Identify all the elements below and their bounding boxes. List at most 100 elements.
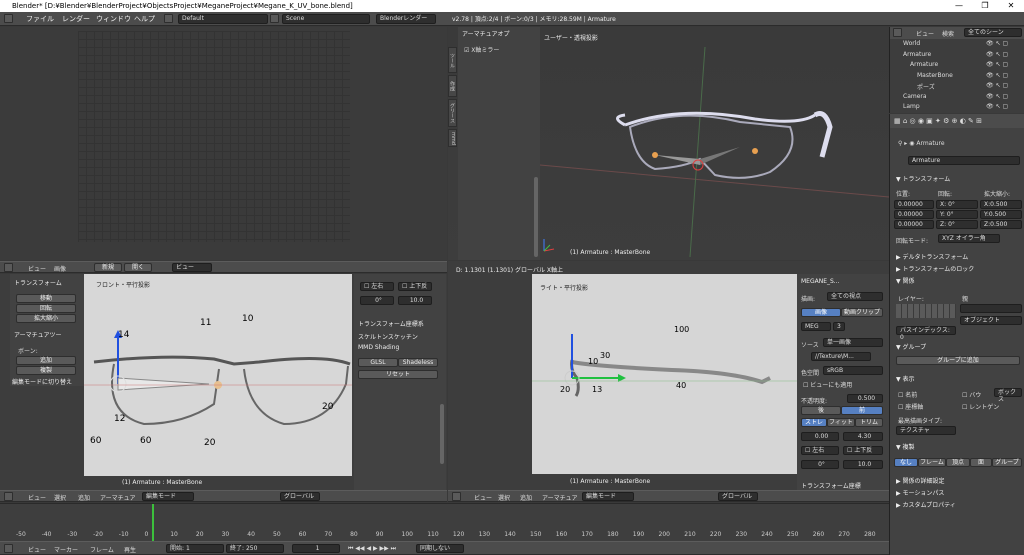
scale-y-field[interactable]: Y:0.500 — [980, 210, 1022, 219]
visibility-icon[interactable]: 👁 ↖ ▢ — [986, 103, 1008, 110]
loc-z-field[interactable]: 0.00000 — [894, 220, 934, 229]
editor-type-icon-4[interactable] — [452, 492, 461, 501]
use-view-checkbox[interactable]: ☐ ビューにも適用 — [803, 380, 852, 389]
relations-head[interactable]: ▼ 関係 — [896, 276, 915, 285]
delta-transform-head[interactable]: ▶ デルタトランスフォーム — [896, 252, 968, 261]
custom-props-head[interactable]: ▶ カスタムプロパティ — [896, 500, 956, 509]
skeleton-sketch-head[interactable]: スケルトンスケッチン — [358, 332, 418, 341]
opacity-field[interactable]: 0.500 — [847, 394, 883, 403]
timeline-menu-view[interactable]: ビュー — [28, 545, 46, 554]
outliner-row[interactable]: World 👁 ↖ ▢ — [890, 39, 1024, 49]
transform-panel-head[interactable]: トランスフォーム — [14, 278, 62, 287]
footer-view[interactable]: ビュー — [28, 493, 46, 502]
tab-grease[interactable]: グリース — [448, 99, 457, 127]
current-frame-field[interactable]: 1 — [292, 544, 340, 553]
viewport-front[interactable]: 14 11 10 12 60 60 20 20 トランスフォーム 移動 回転 拡… — [0, 274, 447, 490]
timeline-area[interactable] — [0, 503, 889, 542]
shelf-scrollbar[interactable] — [440, 404, 444, 464]
footer-view-2[interactable]: ビュー — [474, 493, 492, 502]
visibility-icon[interactable]: 👁 ↖ ▢ — [986, 40, 1008, 47]
image-editor-top[interactable] — [0, 27, 447, 260]
rot-z-field[interactable]: Z: 0° — [936, 220, 978, 229]
footer-add[interactable]: 追加 — [78, 493, 90, 502]
minimize-button[interactable]: — — [946, 0, 972, 12]
mmd-shading-head[interactable]: MMD Shading — [358, 344, 399, 351]
orientation-select[interactable]: グローバル — [280, 492, 320, 501]
visibility-icon[interactable]: 👁 ↖ ▢ — [986, 51, 1008, 58]
menu-file[interactable]: ファイル — [26, 14, 54, 24]
editor-type-icon-3[interactable] — [4, 492, 13, 501]
object-name-field[interactable]: Armature — [908, 156, 1020, 165]
scale-field[interactable]: 10.0 — [398, 296, 432, 305]
visibility-icon[interactable]: 👁 ↖ ▢ — [986, 93, 1008, 100]
rot-x-field[interactable]: X: 0° — [936, 200, 978, 209]
viewport-3d-perspective[interactable]: アーマチュアオプ ☑ X軸ミラー ツール 作成 グリース mmd ユーザー・透視… — [448, 27, 889, 260]
colorspace-select[interactable]: sRGB — [823, 366, 883, 375]
flip-y-checkbox[interactable]: ☐ 上下反 — [398, 282, 432, 291]
footer-armature[interactable]: アーマチュア — [100, 493, 136, 502]
side-flip-y-checkbox[interactable]: ☐ 上下反 — [843, 446, 883, 455]
xmirror-checkbox[interactable]: ☑ X軸ミラー — [464, 45, 499, 54]
front-button[interactable]: 前 — [841, 406, 883, 415]
tab-tool[interactable]: ツール — [448, 47, 457, 73]
menu-image[interactable]: 画像 — [54, 264, 66, 273]
side-flip-x-checkbox[interactable]: ☐ 左右 — [801, 446, 839, 455]
dupli-faces-button[interactable]: 面 — [970, 458, 992, 467]
mode-select[interactable]: 編集モード — [142, 492, 194, 501]
rotate-button[interactable]: 回転 — [16, 304, 76, 313]
outliner-row[interactable]: Armature 👁 ↖ ▢ — [890, 50, 1024, 60]
footer-add-2[interactable]: 追加 — [520, 493, 532, 502]
view-mode-select[interactable]: ビュー — [172, 263, 212, 272]
editor-type-icon-5[interactable] — [4, 544, 13, 553]
duplicate-bone-button[interactable]: 複製 — [16, 366, 76, 375]
editor-type-icon-2[interactable] — [4, 263, 13, 272]
menu-window[interactable]: ウィンドウ — [96, 14, 131, 24]
scale-button[interactable]: 拡大縮小 — [16, 314, 76, 323]
outliner-row[interactable]: Lamp 👁 ↖ ▢ — [890, 102, 1024, 112]
axis-checkbox[interactable]: ☐ 座標軸 — [898, 402, 923, 411]
menu-help[interactable]: ヘルプ — [134, 14, 155, 24]
orientation-select-2[interactable]: グローバル — [718, 492, 758, 501]
parent-field[interactable] — [960, 304, 1022, 313]
fit-button[interactable]: フィット — [827, 418, 855, 427]
name-checkbox[interactable]: ☐ 名前 — [898, 390, 917, 399]
layout-select[interactable]: Default — [178, 14, 268, 24]
dupli-frames-button[interactable]: フレーム — [918, 458, 946, 467]
tool-scrollbar[interactable] — [534, 177, 538, 257]
outliner-scope-select[interactable]: 全てのシーン — [964, 28, 1022, 37]
glasses-3d-model[interactable] — [540, 47, 889, 257]
tab-create[interactable]: 作成 — [448, 75, 457, 97]
source-select[interactable]: 単一画像 — [823, 338, 883, 347]
maximize-button[interactable]: ❐ — [972, 0, 998, 12]
side-angle-field[interactable]: 0° — [801, 460, 839, 469]
viewport-side[interactable]: D: 1.1301 (1.1301) グローバル X軸上 ライト・平行投影 10… — [448, 261, 889, 490]
close-button[interactable]: ✕ — [998, 0, 1024, 12]
footer-select[interactable]: 選択 — [54, 493, 66, 502]
outliner-row[interactable]: Camera 👁 ↖ ▢ — [890, 92, 1024, 102]
outliner-search[interactable]: 検索 — [942, 29, 954, 38]
menu-view[interactable]: ビュー — [28, 264, 46, 273]
timeline-menu-marker[interactable]: マーカー — [54, 545, 78, 554]
max-draw-select[interactable]: テクスチャ — [896, 426, 956, 435]
rotation-mode-select[interactable]: XYZ オイラー角 — [938, 234, 1000, 243]
translate-button[interactable]: 移動 — [16, 294, 76, 303]
end-frame-field[interactable]: 終了: 250 — [226, 544, 284, 553]
editor-type-icon[interactable] — [4, 14, 13, 23]
property-tab-icons[interactable]: ▦ ⌂ ◎ ◉ ▣ ✦ ⚙ ⊕ ◐ ✎ ⊞ — [894, 117, 982, 125]
display-head[interactable]: ▼ 表示 — [896, 374, 915, 383]
tab-mmd[interactable]: mmd — [448, 129, 457, 147]
outliner-row[interactable]: ポーズ 👁 ↖ ▢ — [890, 81, 1024, 91]
shadeless-button[interactable]: Shadeless — [398, 358, 438, 367]
outliner-view[interactable]: ビュー — [916, 29, 934, 38]
outliner-type-icon[interactable] — [893, 28, 902, 37]
bounds-type-select[interactable]: ボックス — [994, 388, 1022, 403]
stretch-button[interactable]: ストレ — [801, 418, 827, 427]
sync-select[interactable]: 同期しない — [416, 544, 464, 553]
visibility-icon[interactable]: 👁 ↖ ▢ — [986, 82, 1008, 89]
reset-button[interactable]: リセット — [358, 370, 438, 379]
transform-head[interactable]: ▼ トランスフォーム — [896, 174, 950, 183]
motion-paths-head[interactable]: ▶ モーションパス — [896, 488, 944, 497]
image-name[interactable]: MEGANE_S... — [801, 278, 840, 285]
scene-select[interactable]: Scene — [282, 14, 370, 24]
dupli-group-button[interactable]: グループ — [992, 458, 1022, 467]
